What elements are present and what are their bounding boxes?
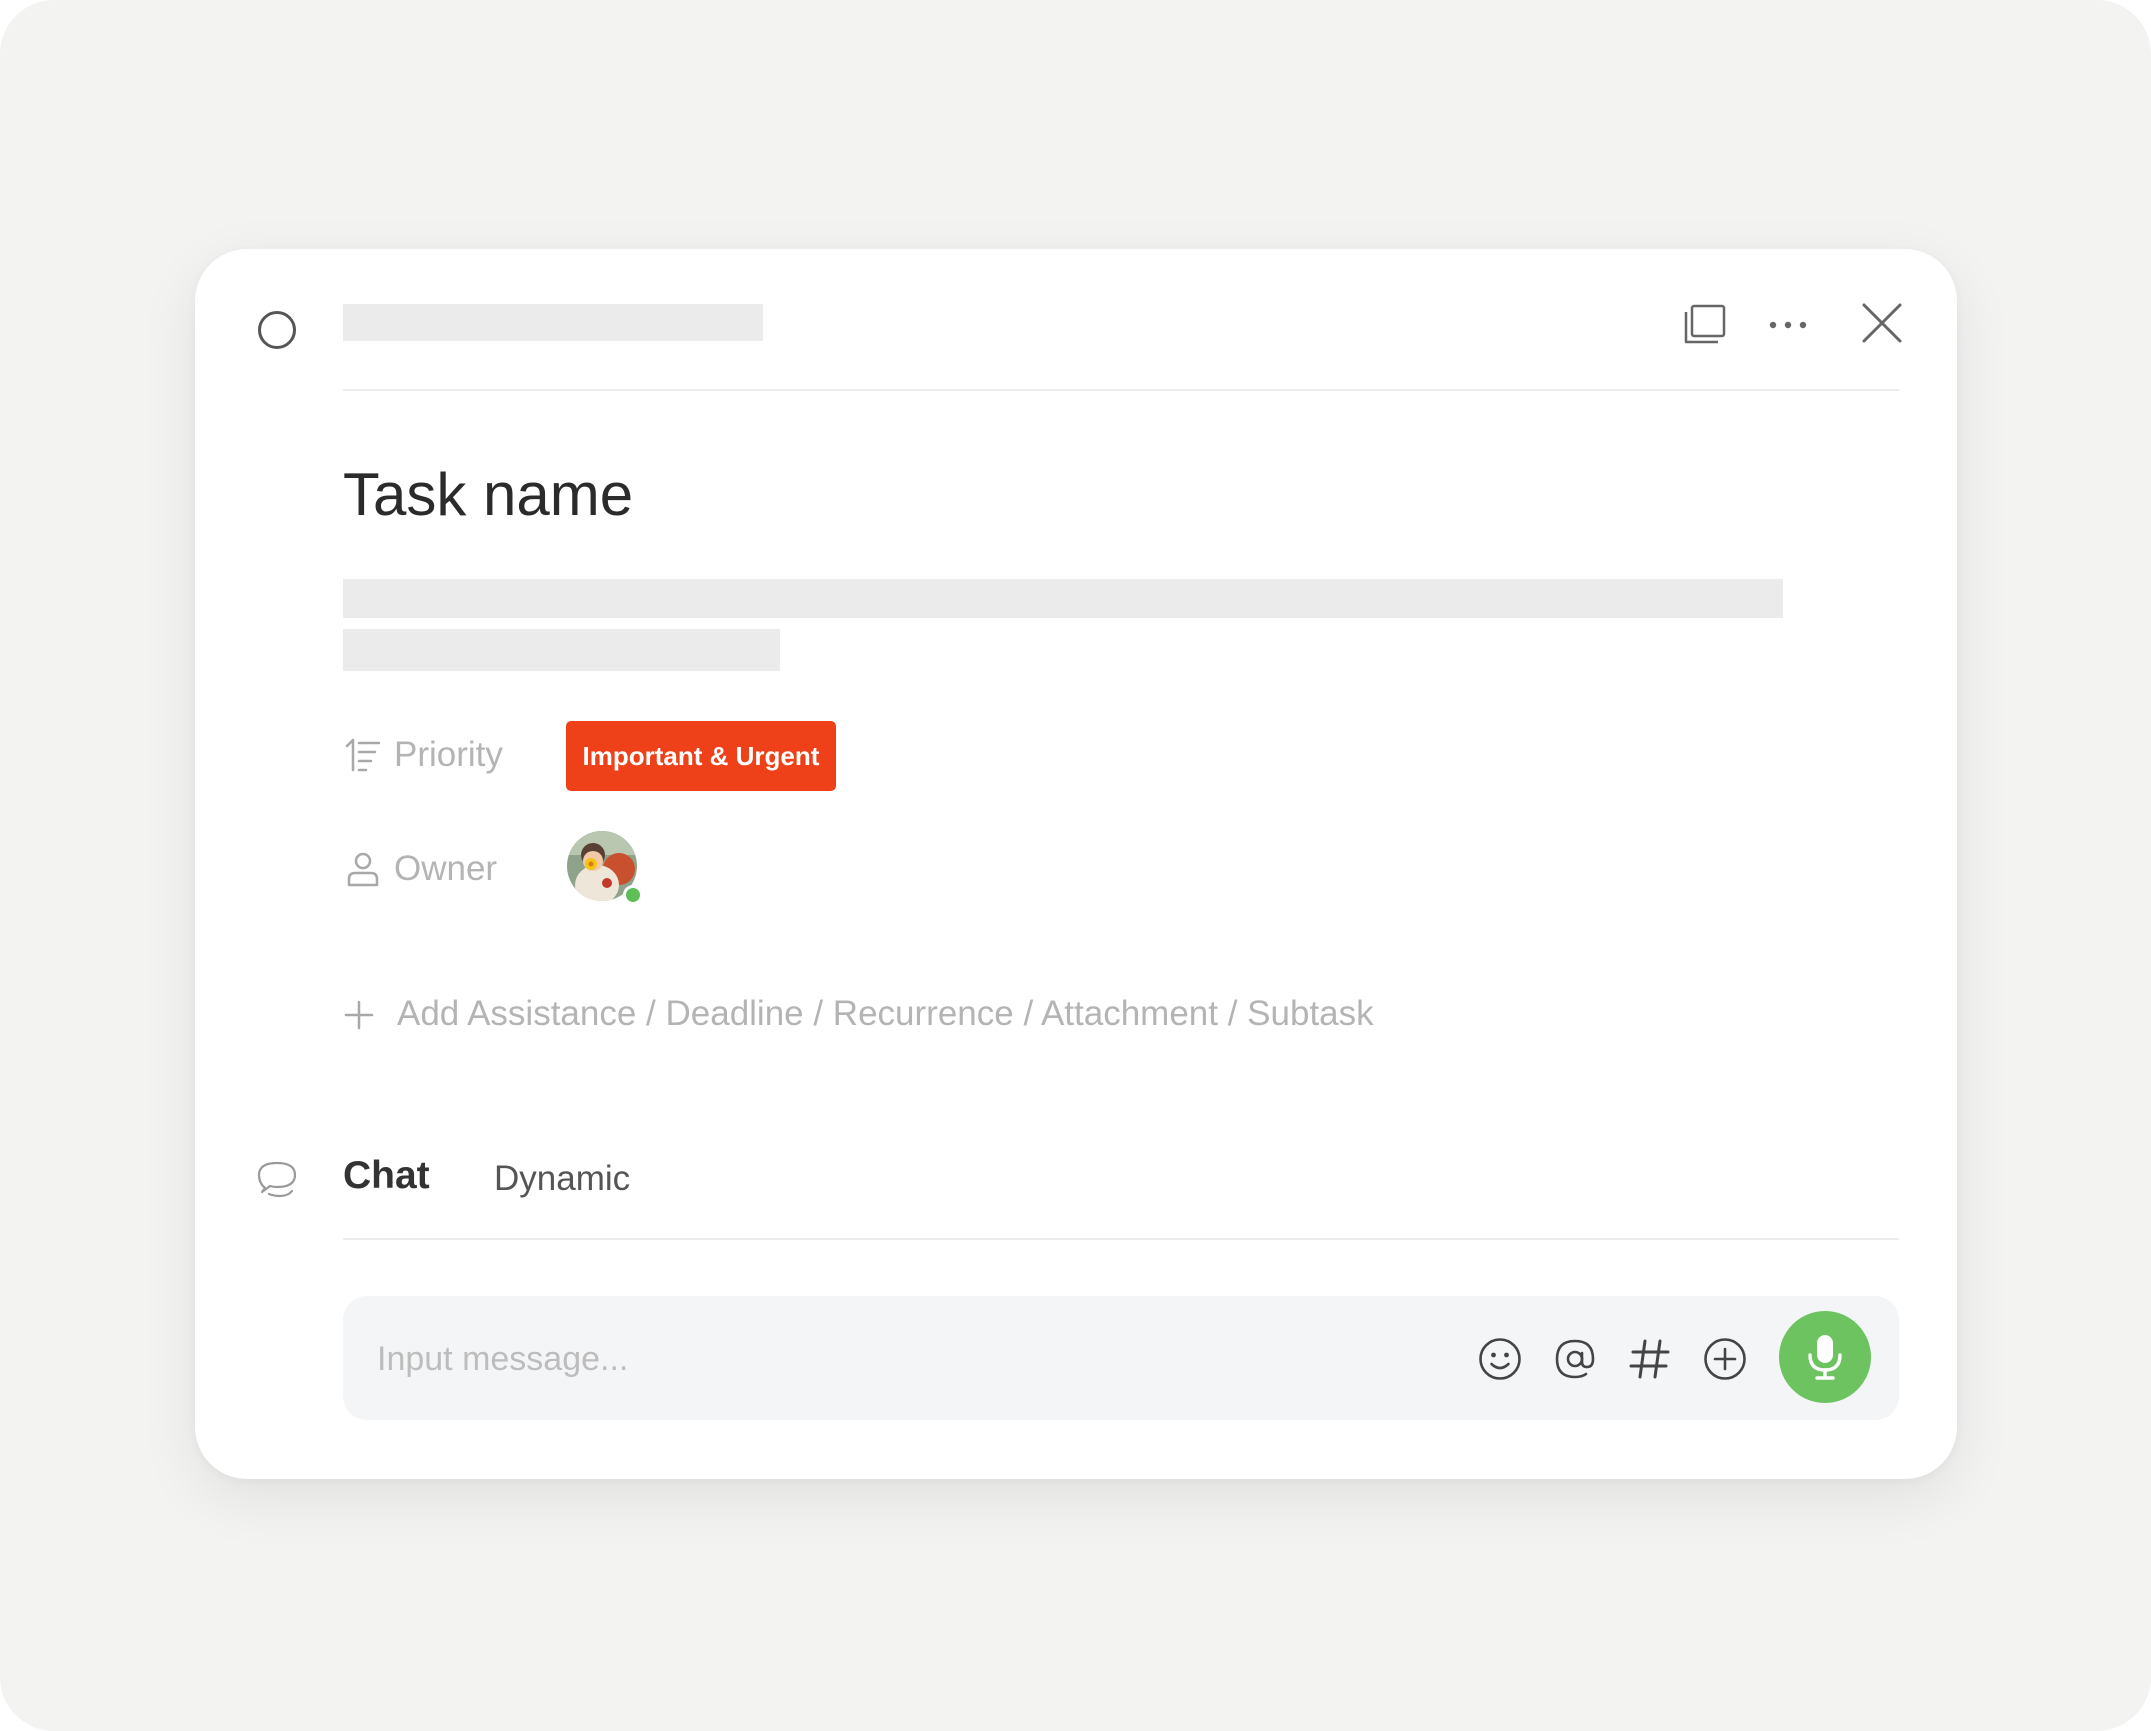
hashtag-icon[interactable]: [1627, 1336, 1673, 1382]
description-placeholder-line: [343, 579, 1783, 618]
add-fields-link[interactable]: Add Assistance / Deadline / Recurrence /…: [397, 993, 1374, 1035]
plus-icon[interactable]: [344, 1000, 374, 1030]
emoji-icon[interactable]: [1477, 1336, 1523, 1382]
close-icon[interactable]: [1861, 302, 1903, 344]
message-composer: [343, 1296, 1899, 1420]
complete-circle-icon[interactable]: [256, 309, 298, 351]
header-divider: [343, 389, 1899, 391]
owner-avatar[interactable]: [567, 831, 643, 905]
online-status-dot: [623, 885, 643, 905]
tabs-divider: [343, 1238, 1899, 1240]
description-placeholder-line: [343, 629, 780, 671]
add-circle-icon[interactable]: [1702, 1336, 1748, 1382]
voice-input-button[interactable]: [1779, 1311, 1871, 1403]
priority-label: Priority: [394, 735, 503, 774]
header-placeholder: [343, 304, 763, 341]
task-title[interactable]: Task name: [343, 459, 633, 531]
priority-badge[interactable]: Important & Urgent: [566, 721, 836, 791]
message-input[interactable]: [375, 1326, 1419, 1392]
window-icon[interactable]: [1682, 302, 1728, 348]
microphone-icon: [1805, 1333, 1845, 1381]
mention-icon[interactable]: [1552, 1336, 1598, 1382]
task-detail-card: Task name Priority Important & Urgent Ow…: [195, 249, 1957, 1479]
owner-icon: [344, 850, 382, 888]
page-background: Task name Priority Important & Urgent Ow…: [0, 0, 2151, 1731]
tab-dynamic[interactable]: Dynamic: [494, 1158, 630, 1200]
owner-label: Owner: [394, 849, 498, 888]
chat-bubble-icon: [256, 1158, 298, 1200]
priority-icon: [344, 736, 382, 774]
tab-chat[interactable]: Chat: [343, 1153, 430, 1199]
more-icon[interactable]: [1767, 309, 1809, 341]
